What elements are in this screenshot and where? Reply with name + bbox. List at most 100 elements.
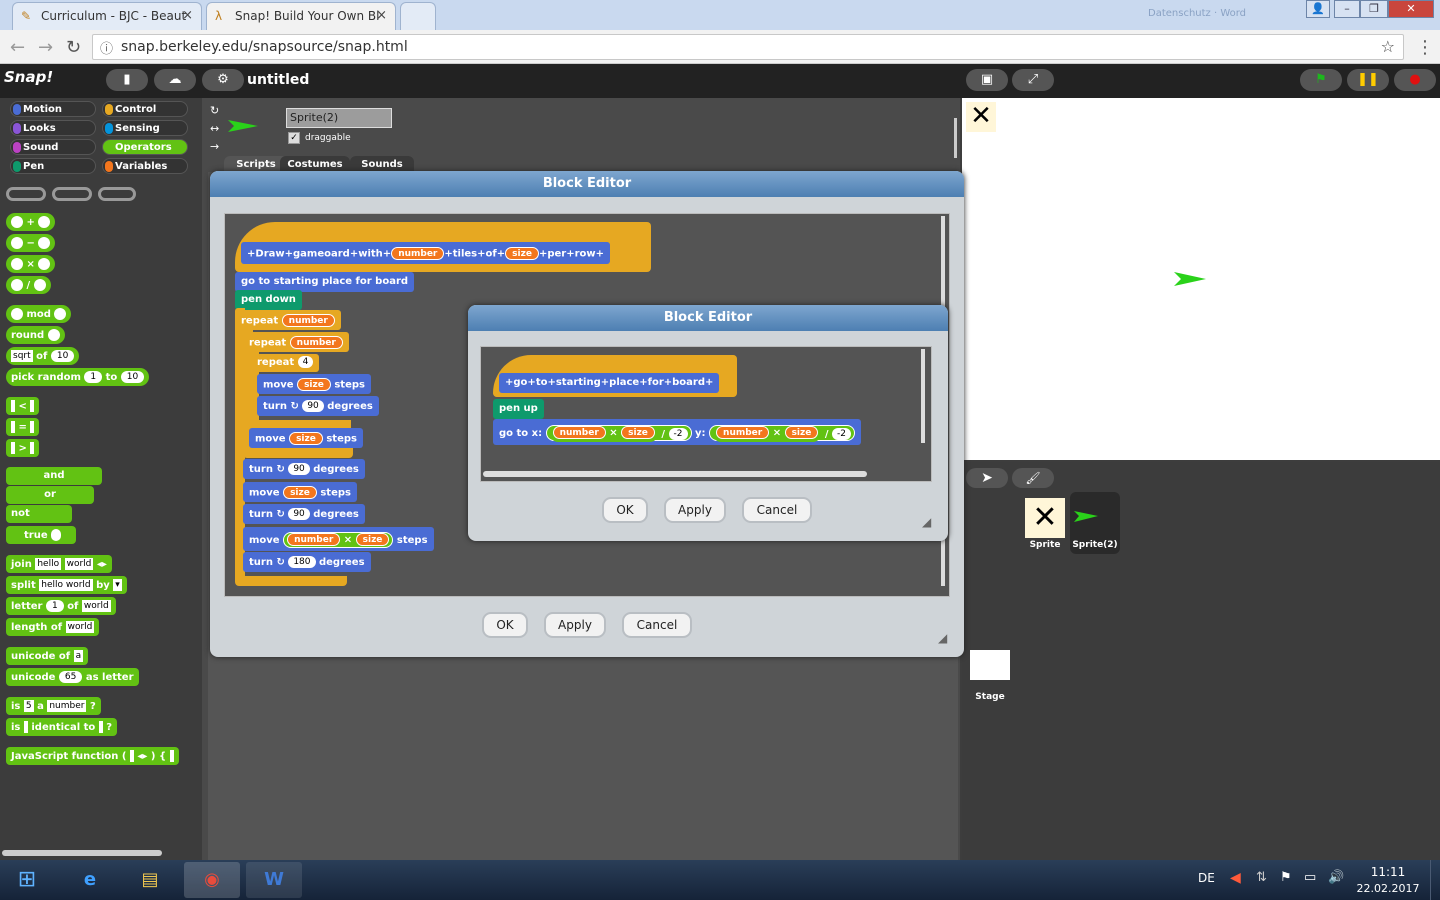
turn-90-block-2[interactable]: turn ↻ 90 degrees	[243, 459, 365, 479]
clock-date[interactable]: 22.02.2017	[1356, 882, 1420, 895]
ring-reporter-block[interactable]	[6, 187, 46, 201]
rotate-full-icon[interactable]: ↻	[210, 104, 219, 117]
number-slot[interactable]: 90	[288, 508, 310, 520]
user-profile-icon[interactable]: 👤	[1306, 0, 1330, 18]
number-slot[interactable]: 90	[302, 400, 324, 412]
divide-reporter-y[interactable]: number × size / -2	[709, 425, 855, 442]
func-dropdown[interactable]: sqrt	[11, 350, 33, 362]
go-to-starting-place-block[interactable]: go to starting place for board	[235, 272, 415, 292]
sprite-name-input[interactable]: Sprite(2)	[286, 108, 392, 128]
number-slot[interactable]: 4	[297, 356, 314, 368]
subtract-block[interactable]: −	[6, 234, 56, 252]
equals-block[interactable]: =	[6, 418, 40, 436]
var-size[interactable]: size	[283, 486, 317, 499]
param-number[interactable]: number	[391, 247, 445, 260]
turn-90-block[interactable]: turn ↻ 90 degrees	[257, 396, 379, 416]
unicode-as-letter-block[interactable]: unicode 65 as letter	[6, 668, 139, 686]
green-flag-icon[interactable]: ⚑	[1300, 69, 1342, 91]
file-menu-icon[interactable]: ▮	[106, 69, 148, 91]
number-slot[interactable]: 10	[120, 371, 145, 383]
back-icon[interactable]: ←	[10, 37, 25, 58]
number-slot[interactable]: 10	[50, 350, 75, 362]
category-control[interactable]: Control	[102, 101, 188, 117]
category-variables[interactable]: Variables	[102, 158, 188, 174]
tab-snap[interactable]: λ Snap! Build Your Own Bl ×	[206, 2, 396, 30]
add-turtle-sprite-icon[interactable]: ➤	[966, 468, 1008, 488]
type-dropdown[interactable]: number	[47, 700, 87, 712]
show-desktop-button[interactable]	[1430, 860, 1440, 900]
var-size[interactable]: size	[297, 378, 331, 391]
true-block[interactable]: true	[6, 526, 76, 544]
apply-button[interactable]: Apply	[544, 612, 606, 638]
letter-of-block[interactable]: letter 1 of world	[6, 597, 116, 615]
stage-size-icon[interactable]: ▣	[966, 69, 1008, 91]
sprite-scrollbar[interactable]	[954, 118, 957, 158]
tab-curriculum[interactable]: ✎ Curriculum - BJC - Beaut ×	[12, 2, 202, 30]
resize-handle-icon[interactable]: ◢	[938, 631, 947, 645]
minimize-icon[interactable]: –	[1334, 0, 1360, 18]
length-of-block[interactable]: length of world	[6, 618, 100, 636]
var-size[interactable]: size	[784, 426, 819, 439]
resize-handle-icon[interactable]: ◢	[922, 515, 931, 529]
repeat-number-block-2[interactable]: repeat number	[243, 332, 349, 352]
clock-time[interactable]: 11:11	[1360, 865, 1416, 879]
move-size-block-3[interactable]: move size steps	[243, 482, 357, 502]
stop-icon[interactable]: ●	[1394, 69, 1436, 91]
category-sound[interactable]: Sound	[10, 139, 96, 155]
number-slot[interactable]: 1	[84, 371, 103, 383]
bookmark-star-icon[interactable]: ☆	[1381, 37, 1395, 56]
rotate-lr-icon[interactable]: ↔	[210, 122, 219, 135]
multiply-block[interactable]: ×	[6, 255, 56, 273]
corral-sprite[interactable]: ✕ Sprite	[1022, 496, 1068, 554]
palette-scrollbar[interactable]	[2, 850, 162, 856]
ok-button[interactable]: OK	[602, 497, 648, 523]
var-number[interactable]: number	[552, 426, 606, 439]
editor-v-scrollbar[interactable]	[921, 349, 925, 443]
start-button-icon[interactable]: ⊞	[2, 862, 52, 898]
display-icon[interactable]: ▭	[1304, 870, 1316, 885]
network-icon[interactable]: ⇅	[1256, 870, 1267, 885]
var-size[interactable]: size	[355, 533, 390, 546]
or-block[interactable]: or	[6, 486, 94, 504]
notification-icon[interactable]: ◀	[1230, 870, 1241, 886]
number-slot[interactable]: -2	[832, 428, 851, 440]
not-block[interactable]: not	[6, 505, 72, 523]
less-than-block[interactable]: <	[6, 397, 40, 415]
settings-gear-icon[interactable]: ⚙	[202, 69, 244, 91]
language-indicator[interactable]: DE	[1198, 871, 1215, 885]
pen-down-block[interactable]: pen down	[235, 290, 302, 310]
divide-block[interactable]: /	[6, 276, 51, 294]
prototype-block[interactable]: +go+to+starting+place+for+board+	[499, 373, 720, 393]
forward-icon[interactable]: →	[38, 37, 53, 58]
unicode-of-block[interactable]: unicode of a	[6, 647, 89, 665]
cloud-icon[interactable]: ☁	[154, 69, 196, 91]
stage[interactable]: ✕	[962, 98, 1440, 460]
move-size-block[interactable]: move size steps	[257, 374, 371, 394]
apply-button[interactable]: Apply	[664, 497, 726, 523]
corral-sprite-2[interactable]: Sprite(2)	[1070, 492, 1120, 554]
number-slot[interactable]: 180	[288, 556, 316, 568]
turn-180-block[interactable]: turn ↻ 180 degrees	[243, 552, 371, 572]
repeat-4-block[interactable]: repeat 4	[251, 354, 320, 372]
move-product-block[interactable]: move number × size steps	[243, 527, 434, 551]
restore-icon[interactable]: ❐	[1360, 0, 1388, 18]
param-size[interactable]: size	[505, 247, 539, 260]
multiply-reporter[interactable]: number × size	[283, 532, 394, 548]
var-number[interactable]: number	[287, 533, 341, 546]
delimiter-dropdown[interactable]: ▾	[113, 579, 122, 591]
join-block[interactable]: join hello world ◂▸	[6, 555, 112, 573]
sqrt-block[interactable]: sqrt of 10	[6, 347, 80, 365]
category-pen[interactable]: Pen	[10, 158, 96, 174]
word-icon[interactable]: W	[246, 862, 302, 898]
text-slot[interactable]: world	[65, 621, 95, 633]
rotate-none-icon[interactable]: →	[210, 140, 219, 153]
close-window-icon[interactable]: ✕	[1388, 0, 1434, 18]
file-explorer-icon[interactable]: ▤	[122, 862, 178, 898]
javascript-function-block[interactable]: JavaScript function ( ◂▸ ) {	[6, 747, 179, 765]
pick-random-block[interactable]: pick random 1 to 10	[6, 368, 150, 386]
divide-reporter-x[interactable]: number × size / -2	[545, 425, 692, 442]
new-tab-button[interactable]	[400, 2, 436, 30]
go-to-xy-block[interactable]: go to x: number × size / -2 y: number × …	[493, 419, 861, 445]
text-slot[interactable]: hello	[35, 558, 62, 570]
add-block[interactable]: +	[6, 213, 56, 231]
